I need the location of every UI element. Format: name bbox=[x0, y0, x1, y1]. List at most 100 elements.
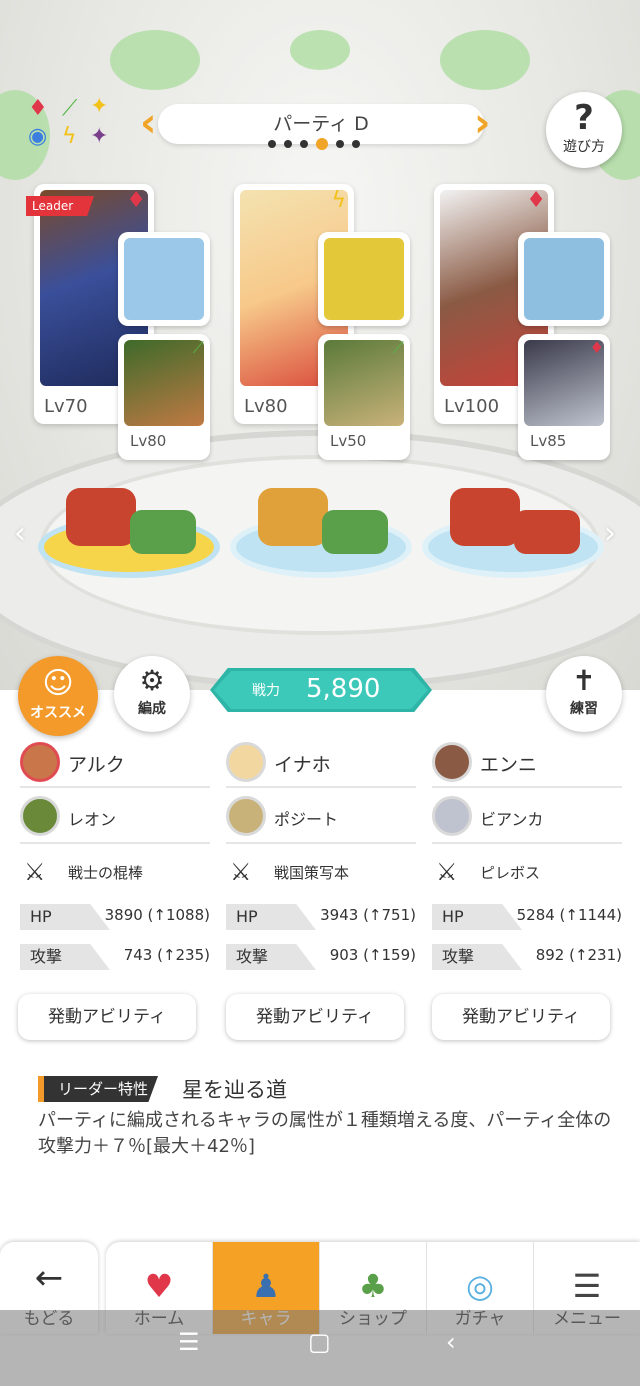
back-system-icon[interactable]: ‹ bbox=[446, 1328, 456, 1356]
formation-button[interactable]: ⚙ 編成 bbox=[114, 656, 190, 732]
weapon-row[interactable]: ⚔ 戦士の棍棒 bbox=[20, 844, 210, 898]
character-name: エンニ bbox=[480, 754, 538, 776]
attack-stat: 攻撃 903 (↑159) bbox=[226, 938, 416, 978]
sub-character-card[interactable]: ♦ Lv85 bbox=[518, 334, 610, 460]
gacha-icon: ◎ bbox=[466, 1267, 494, 1305]
weapon-icon: ⚔ bbox=[24, 858, 46, 886]
weapon-icon: ⚔ bbox=[230, 858, 252, 886]
question-icon: ? bbox=[574, 98, 594, 138]
weapon-slot[interactable] bbox=[518, 232, 610, 326]
ability-button[interactable]: 発動アビリティ bbox=[226, 994, 404, 1040]
page-dot[interactable] bbox=[352, 140, 360, 148]
weapon-row[interactable]: ⚔ 戦国策写本 bbox=[226, 844, 416, 898]
recommend-button[interactable]: ☺ オススメ bbox=[18, 656, 98, 736]
tree-decoration bbox=[440, 30, 530, 90]
avatar bbox=[432, 796, 472, 836]
green-attribute-icon: ⟋ bbox=[192, 338, 204, 357]
sub-character-name: ビアンカ bbox=[480, 810, 544, 829]
help-label: 遊び方 bbox=[563, 139, 605, 155]
page-dot-active[interactable] bbox=[316, 138, 328, 150]
hp-label: HP bbox=[432, 904, 522, 930]
sub-character-card[interactable]: ⟋ Lv50 bbox=[318, 334, 410, 460]
attack-label: 攻撃 bbox=[432, 944, 522, 970]
power-label: 戦力 bbox=[252, 683, 280, 699]
arrow-left-icon: ← bbox=[34, 1258, 64, 1298]
weapon-slot[interactable] bbox=[318, 232, 410, 326]
attack-value: 892 (↑231) bbox=[535, 946, 622, 964]
page-dot[interactable] bbox=[300, 140, 308, 148]
page-dot[interactable] bbox=[268, 140, 276, 148]
avatar bbox=[20, 742, 60, 782]
weapon-icon: ⚔ bbox=[436, 858, 458, 886]
party-page-indicator bbox=[268, 138, 378, 150]
character-name: アルク bbox=[68, 754, 125, 776]
character-level: Lv70 bbox=[44, 396, 88, 417]
main-character-row[interactable]: エンニ bbox=[432, 740, 622, 788]
hp-stat: HP 3890 (↑1088) bbox=[20, 898, 210, 938]
red-attribute-icon: ♦ bbox=[526, 188, 546, 213]
ability-button[interactable]: 発動アビリティ bbox=[432, 994, 610, 1040]
leader-skill-description: パーティに編成されるキャラの属性が１種類増える度、パーティ全体の攻撃力＋７％[最… bbox=[38, 1110, 612, 1157]
bolt-attribute-icon: ϟ bbox=[62, 124, 77, 149]
scroll-right-icon[interactable]: › bbox=[604, 516, 616, 551]
page-dot[interactable] bbox=[284, 140, 292, 148]
green-attribute-icon: ⟋ bbox=[62, 96, 78, 121]
next-party-arrow-icon[interactable]: › bbox=[474, 100, 490, 146]
member-stats-column: アルク レオン ⚔ 戦士の棍棒 HP 3890 (↑1088) 攻撃 743 (… bbox=[20, 740, 210, 978]
attack-stat: 攻撃 892 (↑231) bbox=[432, 938, 622, 978]
character-level: Lv100 bbox=[444, 396, 500, 417]
sub-character-row[interactable]: ポジート bbox=[226, 788, 416, 844]
weapon-slot[interactable] bbox=[118, 232, 210, 326]
page-dot[interactable] bbox=[336, 140, 344, 148]
attribute-legend[interactable]: ♦ ⟋ ✦ ◉ ϟ ✦ bbox=[26, 96, 116, 156]
ability-button[interactable]: 発動アビリティ bbox=[18, 994, 196, 1040]
hp-value: 3890 (↑1088) bbox=[104, 906, 210, 924]
character-icon: ♟ bbox=[251, 1267, 281, 1305]
training-dummy-icon: ✝ bbox=[572, 664, 596, 697]
purple-star-icon: ✦ bbox=[90, 124, 109, 149]
book-icon bbox=[324, 238, 404, 320]
red-attribute-icon: ♦ bbox=[589, 338, 604, 357]
sub-character-row[interactable]: ビアンカ bbox=[432, 788, 622, 844]
hp-label: HP bbox=[20, 904, 110, 930]
weapon-row[interactable]: ⚔ ピレボス bbox=[432, 844, 622, 898]
practice-button[interactable]: ✝ 練習 bbox=[546, 656, 622, 732]
member-stats-column: エンニ ビアンカ ⚔ ピレボス HP 5284 (↑1144) 攻撃 892 (… bbox=[432, 740, 622, 978]
attack-label: 攻撃 bbox=[226, 944, 316, 970]
sub-character-level: Lv85 bbox=[530, 432, 567, 450]
home-system-icon[interactable]: ▢ bbox=[308, 1328, 331, 1356]
shop-icon: ♣ bbox=[358, 1267, 388, 1305]
hp-value: 5284 (↑1144) bbox=[516, 906, 622, 924]
prev-party-arrow-icon[interactable]: ‹ bbox=[140, 100, 156, 146]
attack-value: 903 (↑159) bbox=[329, 946, 416, 964]
sub-character-card[interactable]: ⟋ Lv80 bbox=[118, 334, 210, 460]
main-character-row[interactable]: イナホ bbox=[226, 740, 416, 788]
recent-apps-icon[interactable]: ☰ bbox=[178, 1328, 200, 1356]
red-attribute-icon: ♦ bbox=[126, 188, 146, 213]
sub-character-name: ポジート bbox=[274, 810, 339, 829]
staff-icon bbox=[124, 238, 204, 320]
avatar bbox=[226, 742, 266, 782]
party-title: パーティ D bbox=[273, 113, 369, 135]
leader-skill-tag: リーダー特性 bbox=[38, 1076, 159, 1102]
weapon-name: 戦国策写本 bbox=[274, 864, 350, 882]
character-name: イナホ bbox=[274, 754, 331, 776]
main-character-row[interactable]: アルク bbox=[20, 740, 210, 788]
scroll-left-icon[interactable]: ‹ bbox=[14, 516, 26, 551]
sub-character-row[interactable]: レオン bbox=[20, 788, 210, 844]
person-gear-icon: ⚙ bbox=[139, 664, 165, 697]
character-pedestal bbox=[236, 462, 406, 572]
hp-stat: HP 3943 (↑751) bbox=[226, 898, 416, 938]
attack-label: 攻撃 bbox=[20, 944, 110, 970]
home-icon: ♥ bbox=[144, 1267, 174, 1305]
bolt-attribute-icon: ϟ bbox=[331, 188, 346, 213]
hp-value: 3943 (↑751) bbox=[320, 906, 416, 924]
attack-stat: 攻撃 743 (↑235) bbox=[20, 938, 210, 978]
recommend-label: オススメ bbox=[30, 705, 86, 721]
character-pedestal bbox=[428, 462, 598, 572]
leader-skill-name: 星を辿る道 bbox=[182, 1078, 287, 1102]
menu-icon: ☰ bbox=[572, 1267, 602, 1305]
avatar bbox=[226, 796, 266, 836]
help-button[interactable]: ? 遊び方 bbox=[546, 92, 622, 168]
book-icon bbox=[524, 238, 604, 320]
